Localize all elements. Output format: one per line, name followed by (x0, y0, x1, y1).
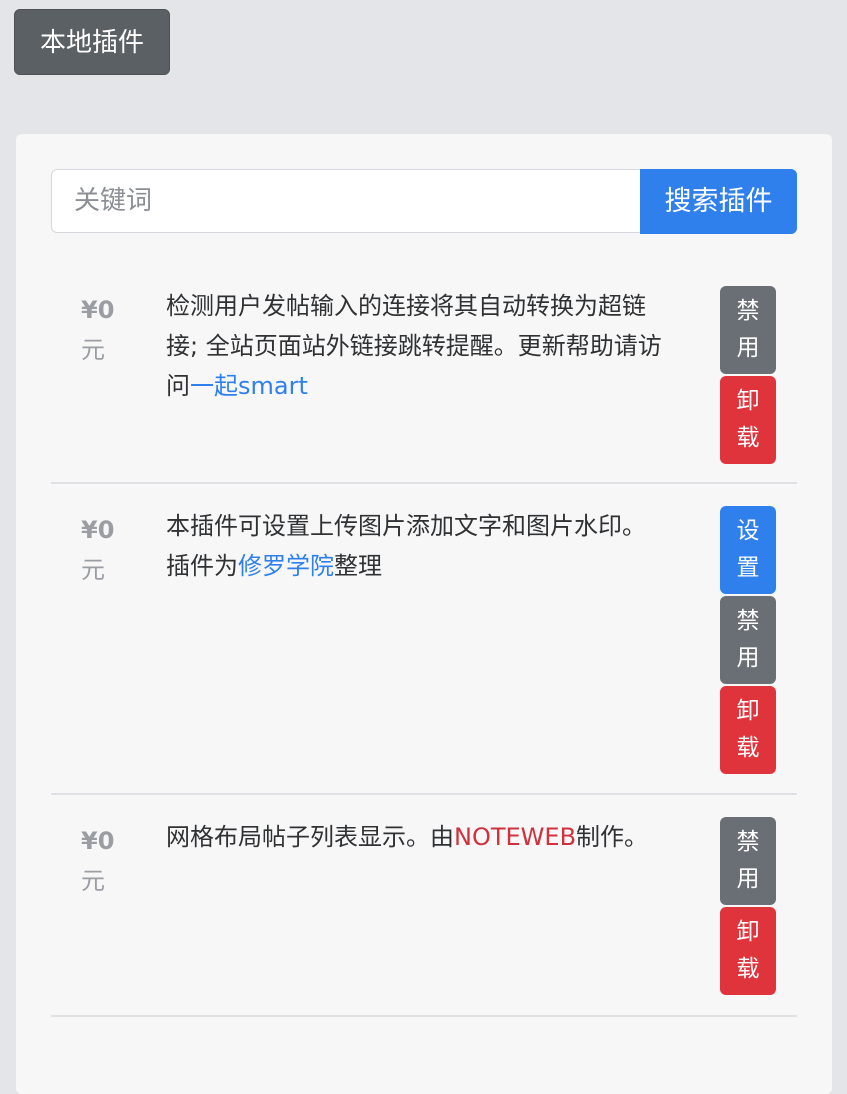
plugin-description: 本插件可设置上传图片添加文字和图片水印。 插件为修罗学院整理 (166, 512, 646, 580)
local-plugins-button[interactable]: 本地插件 (14, 9, 170, 75)
plugin-price: ¥0 元 (81, 296, 115, 364)
search-input[interactable]: 关键词 (51, 169, 641, 233)
search-plugins-button[interactable]: 搜索插件 (640, 169, 797, 234)
plugin-item: ¥0 元 网格布局帖子列表显示。由NOTEWEB制作。 禁用 卸载 (51, 795, 797, 1017)
plugin-price: ¥0 元 (81, 516, 115, 584)
disable-button[interactable]: 禁用 (720, 286, 776, 374)
plugin-description: 网格布局帖子列表显示。由NOTEWEB制作。 (166, 823, 649, 851)
plugin-description: 检测用户发帖输入的连接将其自动转换为超链接; 全站页面站外链接跳转提醒。更新帮助… (166, 292, 662, 400)
plugin-link[interactable]: 一起smart (190, 372, 308, 400)
plugin-link[interactable]: 修罗学院 (238, 552, 334, 580)
plugin-link[interactable]: NOTEWEB (454, 823, 576, 851)
plugin-panel: 关键词 搜索插件 ¥0 元 检测用户发帖输入的连接将其自动转换为超链接; 全站页… (16, 134, 832, 1094)
plugin-actions: 禁用 卸载 (720, 817, 776, 997)
uninstall-button[interactable]: 卸载 (720, 686, 776, 774)
plugin-price: ¥0 元 (81, 827, 115, 895)
disable-button[interactable]: 禁用 (720, 596, 776, 684)
uninstall-button[interactable]: 卸载 (720, 376, 776, 464)
plugin-actions: 禁用 卸载 (720, 286, 776, 466)
plugin-actions: 设置 禁用 卸载 (720, 506, 776, 776)
uninstall-button[interactable]: 卸载 (720, 907, 776, 995)
plugin-item: ¥0 元 检测用户发帖输入的连接将其自动转换为超链接; 全站页面站外链接跳转提醒… (51, 264, 797, 484)
plugin-item: ¥0 元 本插件可设置上传图片添加文字和图片水印。 插件为修罗学院整理 设置 禁… (51, 484, 797, 795)
settings-button[interactable]: 设置 (720, 506, 776, 594)
disable-button[interactable]: 禁用 (720, 817, 776, 905)
